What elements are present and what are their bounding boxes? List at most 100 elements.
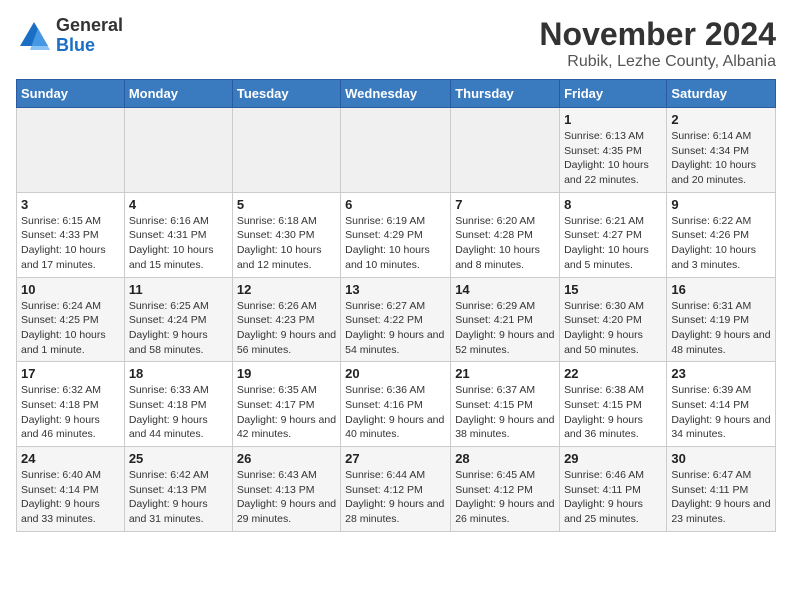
month-title: November 2024 bbox=[539, 16, 776, 53]
day-info: Sunrise: 6:40 AM Sunset: 4:14 PM Dayligh… bbox=[21, 468, 120, 527]
day-info: Sunrise: 6:24 AM Sunset: 4:25 PM Dayligh… bbox=[21, 299, 120, 358]
logo-text: General Blue bbox=[56, 16, 123, 56]
day-number: 3 bbox=[21, 197, 120, 212]
day-cell: 24 Sunrise: 6:40 AM Sunset: 4:14 PM Dayli… bbox=[17, 447, 125, 532]
logo-icon bbox=[16, 18, 52, 54]
day-info: Sunrise: 6:16 AM Sunset: 4:31 PM Dayligh… bbox=[129, 214, 228, 273]
day-number: 8 bbox=[564, 197, 662, 212]
day-number: 17 bbox=[21, 366, 120, 381]
day-cell: 20Sunrise: 6:36 AM Sunset: 4:16 PM Dayli… bbox=[341, 362, 451, 447]
day-info: Sunrise: 6:47 AM Sunset: 4:11 PM Dayligh… bbox=[671, 468, 771, 527]
logo-blue: Blue bbox=[56, 36, 123, 56]
day-info: Sunrise: 6:15 AM Sunset: 4:33 PM Dayligh… bbox=[21, 214, 120, 273]
day-number: 26 bbox=[237, 451, 336, 466]
day-cell: 27Sunrise: 6:44 AM Sunset: 4:12 PM Dayli… bbox=[341, 447, 451, 532]
day-number: 15 bbox=[564, 282, 662, 297]
day-cell: 15 Sunrise: 6:30 AM Sunset: 4:20 PM Dayli… bbox=[560, 277, 667, 362]
day-cell: 10 Sunrise: 6:24 AM Sunset: 4:25 PM Dayli… bbox=[17, 277, 125, 362]
day-number: 10 bbox=[21, 282, 120, 297]
day-number: 28 bbox=[455, 451, 555, 466]
day-cell: 14 Sunrise: 6:29 AM Sunset: 4:21 PM Dayli… bbox=[451, 277, 560, 362]
day-cell: 12 Sunrise: 6:26 AM Sunset: 4:23 PM Dayli… bbox=[232, 277, 340, 362]
day-cell: 2 Sunrise: 6:14 AM Sunset: 4:34 PM Daylig… bbox=[667, 108, 776, 193]
day-info: Sunrise: 6:14 AM Sunset: 4:34 PM Dayligh… bbox=[671, 129, 771, 188]
weekday-row: SundayMondayTuesdayWednesdayThursdayFrid… bbox=[17, 80, 776, 108]
location: Rubik, Lezhe County, Albania bbox=[539, 53, 776, 71]
day-info: Sunrise: 6:45 AM Sunset: 4:12 PM Dayligh… bbox=[455, 468, 555, 527]
day-info: Sunrise: 6:37 AM Sunset: 4:15 PM Dayligh… bbox=[455, 383, 555, 442]
day-cell: 3 Sunrise: 6:15 AM Sunset: 4:33 PM Daylig… bbox=[17, 192, 125, 277]
day-cell: 11 Sunrise: 6:25 AM Sunset: 4:24 PM Dayli… bbox=[124, 277, 232, 362]
weekday-header-monday: Monday bbox=[124, 80, 232, 108]
day-info: Sunrise: 6:39 AM Sunset: 4:14 PM Dayligh… bbox=[671, 383, 771, 442]
day-cell bbox=[17, 108, 125, 193]
day-info: Sunrise: 6:43 AM Sunset: 4:13 PM Dayligh… bbox=[237, 468, 336, 527]
day-cell: 26 Sunrise: 6:43 AM Sunset: 4:13 PM Dayli… bbox=[232, 447, 340, 532]
day-info: Sunrise: 6:26 AM Sunset: 4:23 PM Dayligh… bbox=[237, 299, 336, 358]
day-number: 22 bbox=[564, 366, 662, 381]
day-info: Sunrise: 6:21 AM Sunset: 4:27 PM Dayligh… bbox=[564, 214, 662, 273]
weekday-header-thursday: Thursday bbox=[451, 80, 560, 108]
day-cell: 28 Sunrise: 6:45 AM Sunset: 4:12 PM Dayli… bbox=[451, 447, 560, 532]
week-row-4: 17 Sunrise: 6:32 AM Sunset: 4:18 PM Dayli… bbox=[17, 362, 776, 447]
day-cell: 16 Sunrise: 6:31 AM Sunset: 4:19 PM Dayli… bbox=[667, 277, 776, 362]
day-number: 9 bbox=[671, 197, 771, 212]
day-number: 7 bbox=[455, 197, 555, 212]
day-cell: 6 Sunrise: 6:19 AM Sunset: 4:29 PM Daylig… bbox=[341, 192, 451, 277]
day-number: 2 bbox=[671, 112, 771, 127]
day-number: 14 bbox=[455, 282, 555, 297]
day-cell: 9 Sunrise: 6:22 AM Sunset: 4:26 PM Daylig… bbox=[667, 192, 776, 277]
day-cell: 17 Sunrise: 6:32 AM Sunset: 4:18 PM Dayli… bbox=[17, 362, 125, 447]
day-number: 11 bbox=[129, 282, 228, 297]
day-cell bbox=[451, 108, 560, 193]
week-row-1: 1Sunrise: 6:13 AM Sunset: 4:35 PM Daylig… bbox=[17, 108, 776, 193]
day-number: 19 bbox=[237, 366, 336, 381]
day-number: 1 bbox=[564, 112, 662, 127]
calendar: SundayMondayTuesdayWednesdayThursdayFrid… bbox=[16, 79, 776, 532]
day-info: Sunrise: 6:19 AM Sunset: 4:29 PM Dayligh… bbox=[345, 214, 446, 273]
weekday-header-friday: Friday bbox=[560, 80, 667, 108]
week-row-5: 24 Sunrise: 6:40 AM Sunset: 4:14 PM Dayli… bbox=[17, 447, 776, 532]
day-cell bbox=[341, 108, 451, 193]
day-number: 24 bbox=[21, 451, 120, 466]
calendar-header: SundayMondayTuesdayWednesdayThursdayFrid… bbox=[17, 80, 776, 108]
day-cell: 8 Sunrise: 6:21 AM Sunset: 4:27 PM Daylig… bbox=[560, 192, 667, 277]
day-cell: 25Sunrise: 6:42 AM Sunset: 4:13 PM Dayli… bbox=[124, 447, 232, 532]
day-number: 18 bbox=[129, 366, 228, 381]
day-info: Sunrise: 6:29 AM Sunset: 4:21 PM Dayligh… bbox=[455, 299, 555, 358]
weekday-header-saturday: Saturday bbox=[667, 80, 776, 108]
day-cell: 22Sunrise: 6:38 AM Sunset: 4:15 PM Dayli… bbox=[560, 362, 667, 447]
day-info: Sunrise: 6:27 AM Sunset: 4:22 PM Dayligh… bbox=[345, 299, 446, 358]
day-cell: 21Sunrise: 6:37 AM Sunset: 4:15 PM Dayli… bbox=[451, 362, 560, 447]
day-number: 27 bbox=[345, 451, 446, 466]
day-number: 5 bbox=[237, 197, 336, 212]
day-number: 25 bbox=[129, 451, 228, 466]
day-info: Sunrise: 6:22 AM Sunset: 4:26 PM Dayligh… bbox=[671, 214, 771, 273]
day-info: Sunrise: 6:46 AM Sunset: 4:11 PM Dayligh… bbox=[564, 468, 662, 527]
day-info: Sunrise: 6:31 AM Sunset: 4:19 PM Dayligh… bbox=[671, 299, 771, 358]
day-cell: 30 Sunrise: 6:47 AM Sunset: 4:11 PM Dayli… bbox=[667, 447, 776, 532]
logo: General Blue bbox=[16, 16, 123, 56]
day-number: 30 bbox=[671, 451, 771, 466]
weekday-header-tuesday: Tuesday bbox=[232, 80, 340, 108]
calendar-body: 1Sunrise: 6:13 AM Sunset: 4:35 PM Daylig… bbox=[17, 108, 776, 532]
day-info: Sunrise: 6:30 AM Sunset: 4:20 PM Dayligh… bbox=[564, 299, 662, 358]
day-info: Sunrise: 6:25 AM Sunset: 4:24 PM Dayligh… bbox=[129, 299, 228, 358]
day-number: 4 bbox=[129, 197, 228, 212]
logo-general: General bbox=[56, 16, 123, 36]
day-cell bbox=[232, 108, 340, 193]
day-number: 6 bbox=[345, 197, 446, 212]
day-info: Sunrise: 6:20 AM Sunset: 4:28 PM Dayligh… bbox=[455, 214, 555, 273]
day-cell: 23Sunrise: 6:39 AM Sunset: 4:14 PM Dayli… bbox=[667, 362, 776, 447]
day-number: 13 bbox=[345, 282, 446, 297]
day-info: Sunrise: 6:33 AM Sunset: 4:18 PM Dayligh… bbox=[129, 383, 228, 442]
day-info: Sunrise: 6:32 AM Sunset: 4:18 PM Dayligh… bbox=[21, 383, 120, 442]
day-number: 20 bbox=[345, 366, 446, 381]
day-info: Sunrise: 6:18 AM Sunset: 4:30 PM Dayligh… bbox=[237, 214, 336, 273]
day-number: 16 bbox=[671, 282, 771, 297]
day-cell: 13 Sunrise: 6:27 AM Sunset: 4:22 PM Dayli… bbox=[341, 277, 451, 362]
day-cell: 4 Sunrise: 6:16 AM Sunset: 4:31 PM Daylig… bbox=[124, 192, 232, 277]
day-number: 12 bbox=[237, 282, 336, 297]
header: General Blue November 2024 Rubik, Lezhe … bbox=[16, 16, 776, 71]
day-cell: 7 Sunrise: 6:20 AM Sunset: 4:28 PM Daylig… bbox=[451, 192, 560, 277]
